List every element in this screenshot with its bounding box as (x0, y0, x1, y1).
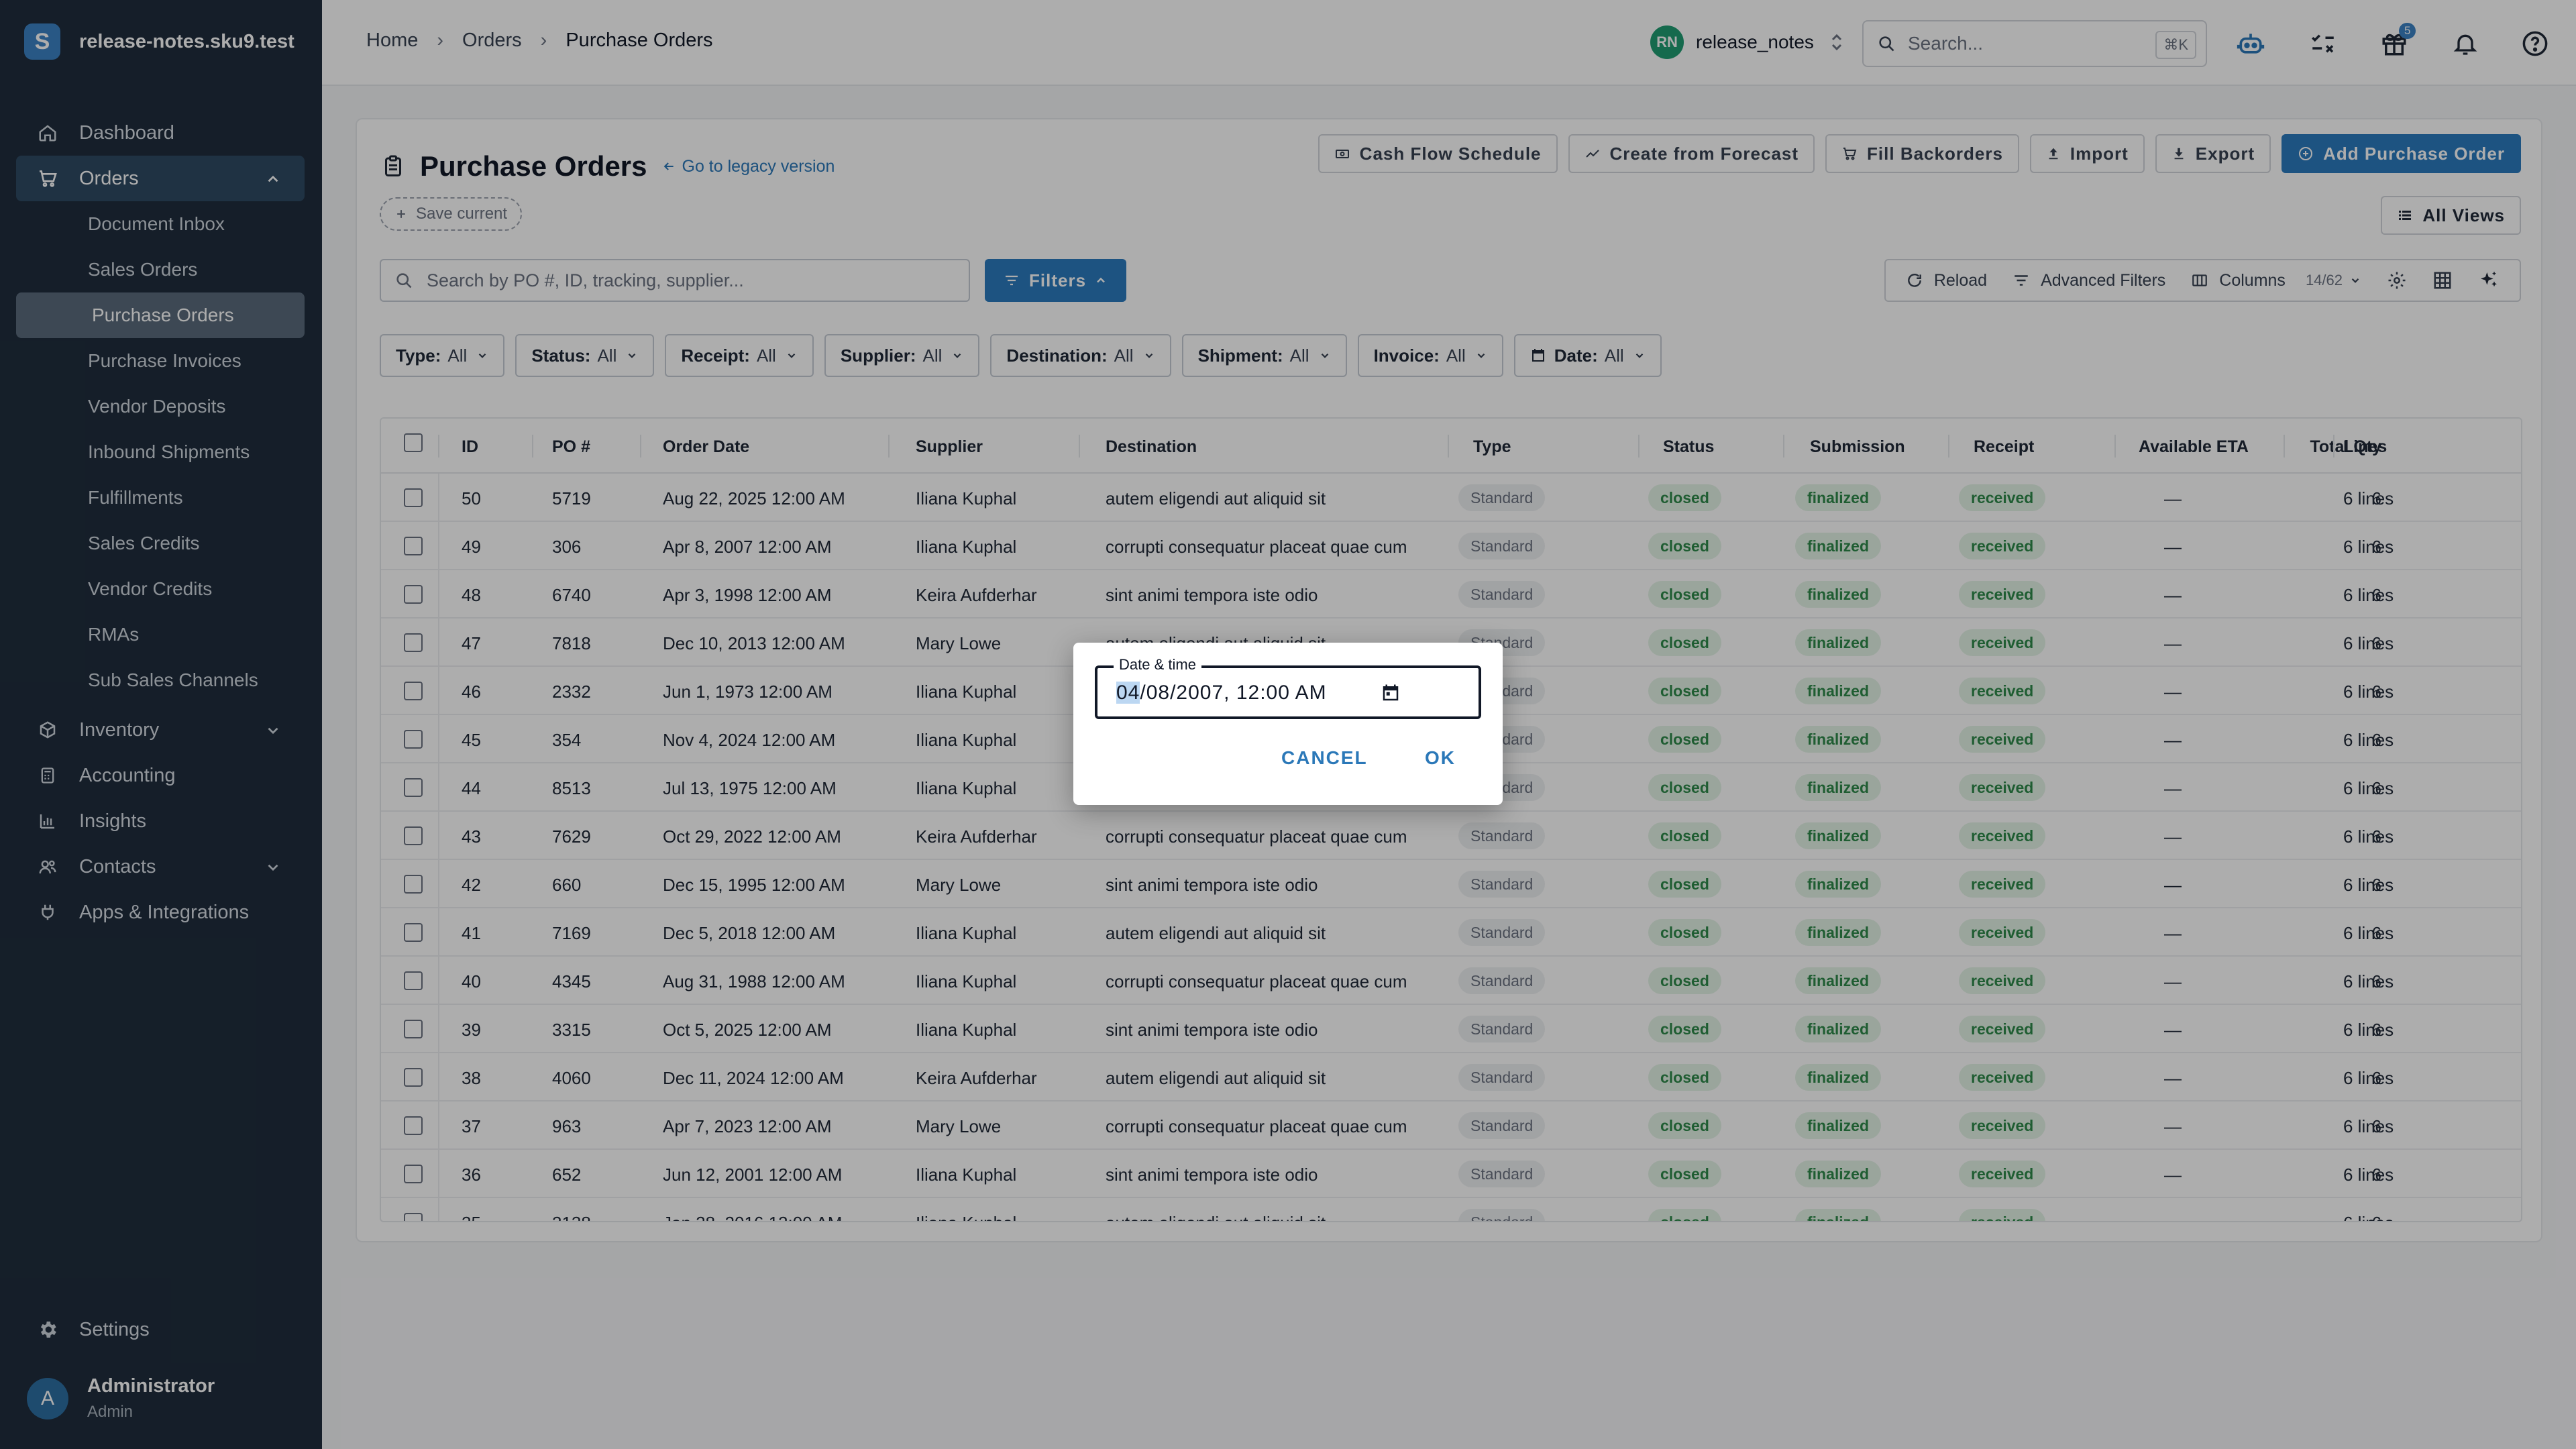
ok-button[interactable]: OK (1425, 747, 1456, 769)
date-month-segment[interactable]: 04 (1116, 682, 1140, 704)
date-time-value[interactable]: 04/08/2007, 12:00 AM (1116, 682, 1327, 704)
calendar-icon[interactable] (1381, 683, 1401, 703)
cancel-button[interactable]: CANCEL (1281, 747, 1368, 769)
date-time-dialog: Date & time 04/08/2007, 12:00 AM CANCEL … (1073, 643, 1503, 805)
date-time-input[interactable]: Date & time 04/08/2007, 12:00 AM (1095, 656, 1481, 719)
date-rest-segment[interactable]: /08/2007, 12:00 AM (1140, 682, 1326, 704)
date-time-label: Date & time (1114, 656, 1201, 674)
